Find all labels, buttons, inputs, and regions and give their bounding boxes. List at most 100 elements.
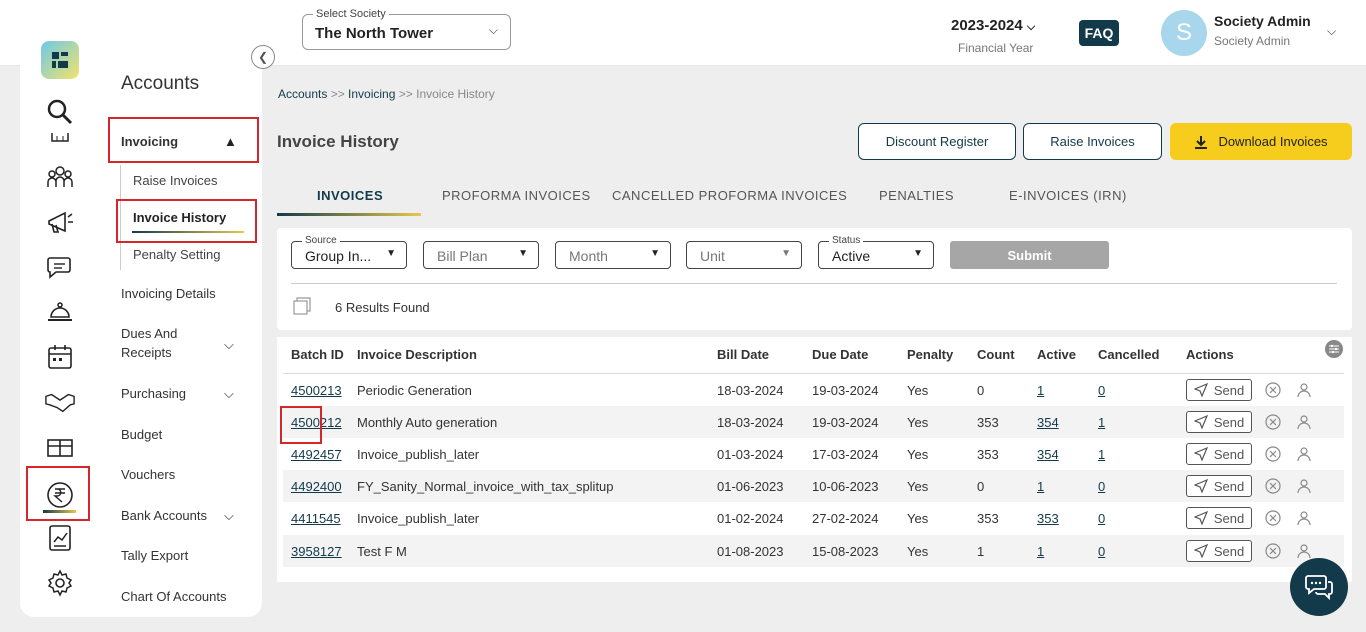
cancel-circle-icon[interactable] [1265, 414, 1281, 430]
package-icon[interactable] [45, 432, 75, 462]
breadcrumb-invoicing[interactable]: Invoicing [348, 87, 395, 101]
cell-desc: FY_Sanity_Normal_invoice_with_tax_splitu… [357, 479, 614, 494]
collapse-sidebar-button[interactable]: ❮ [251, 45, 275, 69]
sidebar-item-dues-and[interactable]: Dues And [121, 326, 177, 341]
cancel-circle-icon[interactable] [1265, 382, 1281, 398]
society-select[interactable]: Select Society The North Tower ⌵ [302, 14, 511, 50]
raise-invoices-button[interactable]: Raise Invoices [1023, 123, 1162, 160]
cell-count: 353 [977, 447, 999, 462]
cell-batch[interactable]: 3958127 [291, 544, 342, 559]
chevron-up-icon[interactable]: ▲ [224, 134, 237, 149]
cancel-circle-icon[interactable] [1265, 446, 1281, 462]
tab-penalties[interactable]: PENALTIES [879, 188, 954, 203]
cell-cancelled[interactable]: 0 [1098, 544, 1105, 559]
cell-bill: 01-08-2023 [717, 544, 784, 559]
cell-batch[interactable]: 4500213 [291, 383, 342, 398]
status-select[interactable]: Status Active ▼ [818, 241, 934, 269]
send-button[interactable]: Send [1186, 540, 1252, 562]
send-button[interactable]: Send [1186, 475, 1252, 497]
sidebar-item-bank-accounts[interactable]: Bank Accounts [121, 508, 207, 523]
cell-batch[interactable]: 4492400 [291, 479, 342, 494]
unit-select[interactable]: Unit ▼ [686, 241, 802, 269]
discount-register-button[interactable]: Discount Register [858, 123, 1016, 160]
sidebar-item-budget[interactable]: Budget [121, 427, 162, 442]
calendar-icon[interactable] [45, 342, 75, 372]
submit-button[interactable]: Submit [950, 241, 1109, 269]
cancel-circle-icon[interactable] [1265, 543, 1281, 559]
sidebar-item-chart-of-accounts[interactable]: Chart Of Accounts [121, 589, 227, 604]
tab-cancelled-proforma-invoices[interactable]: CANCELLED PROFORMA INVOICES [612, 188, 847, 203]
send-icon [1194, 447, 1208, 461]
cell-active[interactable]: 353 [1037, 511, 1059, 526]
send-button[interactable]: Send [1186, 379, 1252, 401]
avatar[interactable]: S [1161, 10, 1207, 56]
user-icon[interactable] [1296, 478, 1312, 494]
send-button[interactable]: Send [1186, 507, 1252, 529]
tab-e-invoices[interactable]: E-INVOICES (IRN) [1009, 188, 1127, 203]
cell-batch[interactable]: 4492457 [291, 447, 342, 462]
chevron-down-icon[interactable]: ⌵ [224, 386, 234, 402]
cell-cancelled[interactable]: 0 [1098, 511, 1105, 526]
cell-cancelled[interactable]: 0 [1098, 383, 1105, 398]
download-invoices-button[interactable]: Download Invoices [1170, 123, 1352, 160]
sidebar-item-purchasing[interactable]: Purchasing [121, 386, 186, 401]
bill-plan-select[interactable]: Bill Plan ▼ [423, 241, 539, 269]
user-icon[interactable] [1296, 382, 1312, 398]
cell-cancelled[interactable]: 1 [1098, 415, 1105, 430]
send-label: Send [1214, 511, 1244, 526]
highlight-box-batch-4500212 [280, 406, 322, 444]
sidebar-item-penalty-setting[interactable]: Penalty Setting [133, 247, 220, 262]
financial-year-select[interactable]: 2023-2024 ⌵ [951, 17, 1035, 34]
user-icon[interactable] [1296, 543, 1312, 559]
report-chart-icon[interactable] [45, 523, 75, 553]
chat-bubbles-icon[interactable] [45, 252, 75, 282]
cell-batch[interactable]: 4411545 [291, 511, 341, 526]
user-icon[interactable] [1296, 510, 1312, 526]
cell-desc: Periodic Generation [357, 383, 472, 398]
financial-year-label: Financial Year [958, 41, 1033, 55]
chevron-down-icon[interactable]: ⌵ [224, 337, 234, 353]
send-button[interactable]: Send [1186, 411, 1252, 433]
cell-active[interactable]: 1 [1037, 544, 1044, 559]
cell-active[interactable]: 1 [1037, 383, 1044, 398]
sidebar-item-tally-export[interactable]: Tally Export [121, 548, 188, 563]
cancel-circle-icon[interactable] [1265, 510, 1281, 526]
send-button[interactable]: Send [1186, 443, 1252, 465]
tab-invoices[interactable]: INVOICES [317, 188, 383, 203]
cell-cancelled[interactable]: 0 [1098, 479, 1105, 494]
source-select[interactable]: Source Group In... ▼ [291, 241, 407, 269]
breadcrumb-accounts[interactable]: Accounts [278, 87, 327, 101]
support-chat-button[interactable] [1290, 558, 1348, 616]
month-select[interactable]: Month ▼ [555, 241, 671, 269]
send-icon [1194, 479, 1208, 493]
user-icon[interactable] [1296, 414, 1312, 430]
cell-active[interactable]: 354 [1037, 447, 1059, 462]
cell-bill: 01-06-2023 [717, 479, 784, 494]
gear-icon[interactable] [45, 568, 75, 598]
user-menu-chevron-icon[interactable]: ⌵ [1327, 24, 1336, 39]
sidebar-item-receipts[interactable]: Receipts [121, 345, 172, 360]
cell-penalty: Yes [907, 415, 928, 430]
building-icon[interactable] [45, 131, 75, 145]
cell-active[interactable]: 354 [1037, 415, 1059, 430]
user-icon[interactable] [1296, 446, 1312, 462]
handshake-icon[interactable] [45, 387, 75, 417]
service-bell-icon[interactable] [45, 297, 75, 327]
sidebar-item-invoicing-details[interactable]: Invoicing Details [121, 286, 216, 301]
cell-cancelled[interactable]: 1 [1098, 447, 1105, 462]
megaphone-icon[interactable] [45, 207, 75, 237]
column-settings-icon[interactable] [1325, 340, 1343, 358]
search-icon[interactable] [45, 97, 75, 127]
members-icon[interactable] [45, 162, 75, 192]
sidebar-item-invoicing[interactable]: Invoicing [121, 134, 178, 149]
sidebar-item-raise-invoices[interactable]: Raise Invoices [133, 173, 218, 188]
cell-active[interactable]: 1 [1037, 479, 1044, 494]
faq-button[interactable]: FAQ [1079, 20, 1119, 46]
app-logo-icon[interactable] [41, 41, 79, 79]
tab-proforma-invoices[interactable]: PROFORMA INVOICES [442, 188, 591, 203]
cancel-circle-icon[interactable] [1265, 478, 1281, 494]
select-all-checkbox-icon[interactable] [293, 297, 311, 315]
sidebar-item-invoice-history[interactable]: Invoice History [133, 210, 226, 225]
sidebar-item-vouchers[interactable]: Vouchers [121, 467, 175, 482]
chevron-down-icon[interactable]: ⌵ [224, 508, 234, 524]
